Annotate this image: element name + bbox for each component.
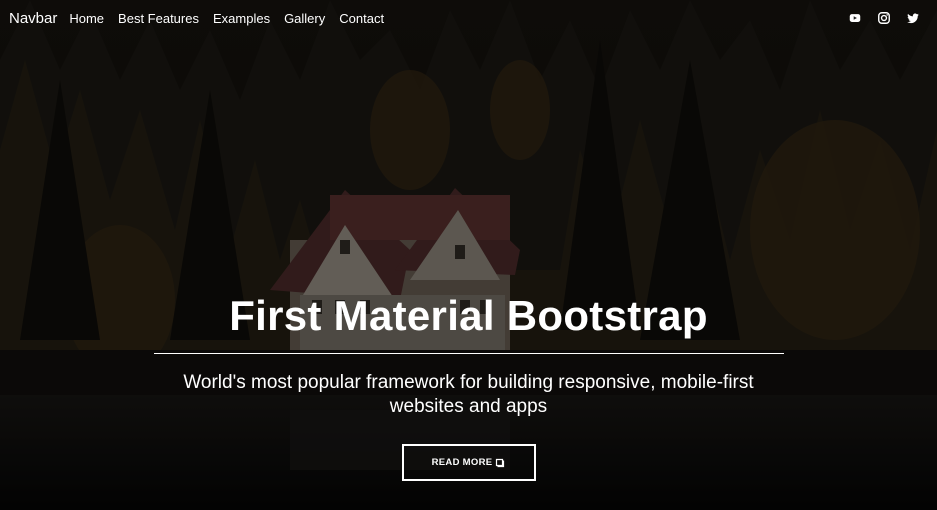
youtube-icon[interactable] [847,10,863,26]
hero-title: First Material Bootstrap [229,292,708,339]
hero-divider [153,353,784,354]
instagram-icon[interactable] [876,10,892,26]
nav-link-home[interactable]: Home [69,11,104,26]
hero-section: Navbar Home Best Features Examples Galle… [0,0,937,510]
social-links [834,10,921,26]
nav-link-gallery[interactable]: Gallery [284,11,325,26]
nav-links: Home Best Features Examples Gallery Cont… [69,11,398,26]
twitter-icon[interactable] [905,10,921,26]
navbar-brand[interactable]: Navbar [9,10,57,27]
read-more-button[interactable]: READ MORE [401,444,536,481]
hero-subtitle: World's most popular framework for build… [183,372,754,417]
hero-content: First Material Bootstrap World's most po… [0,288,937,481]
nav-link-best-features[interactable]: Best Features [118,11,199,26]
read-more-label: READ MORE [431,457,493,468]
navbar: Navbar Home Best Features Examples Galle… [0,0,937,36]
book-icon [495,458,505,468]
nav-link-contact[interactable]: Contact [339,11,384,26]
nav-link-examples[interactable]: Examples [213,11,270,26]
